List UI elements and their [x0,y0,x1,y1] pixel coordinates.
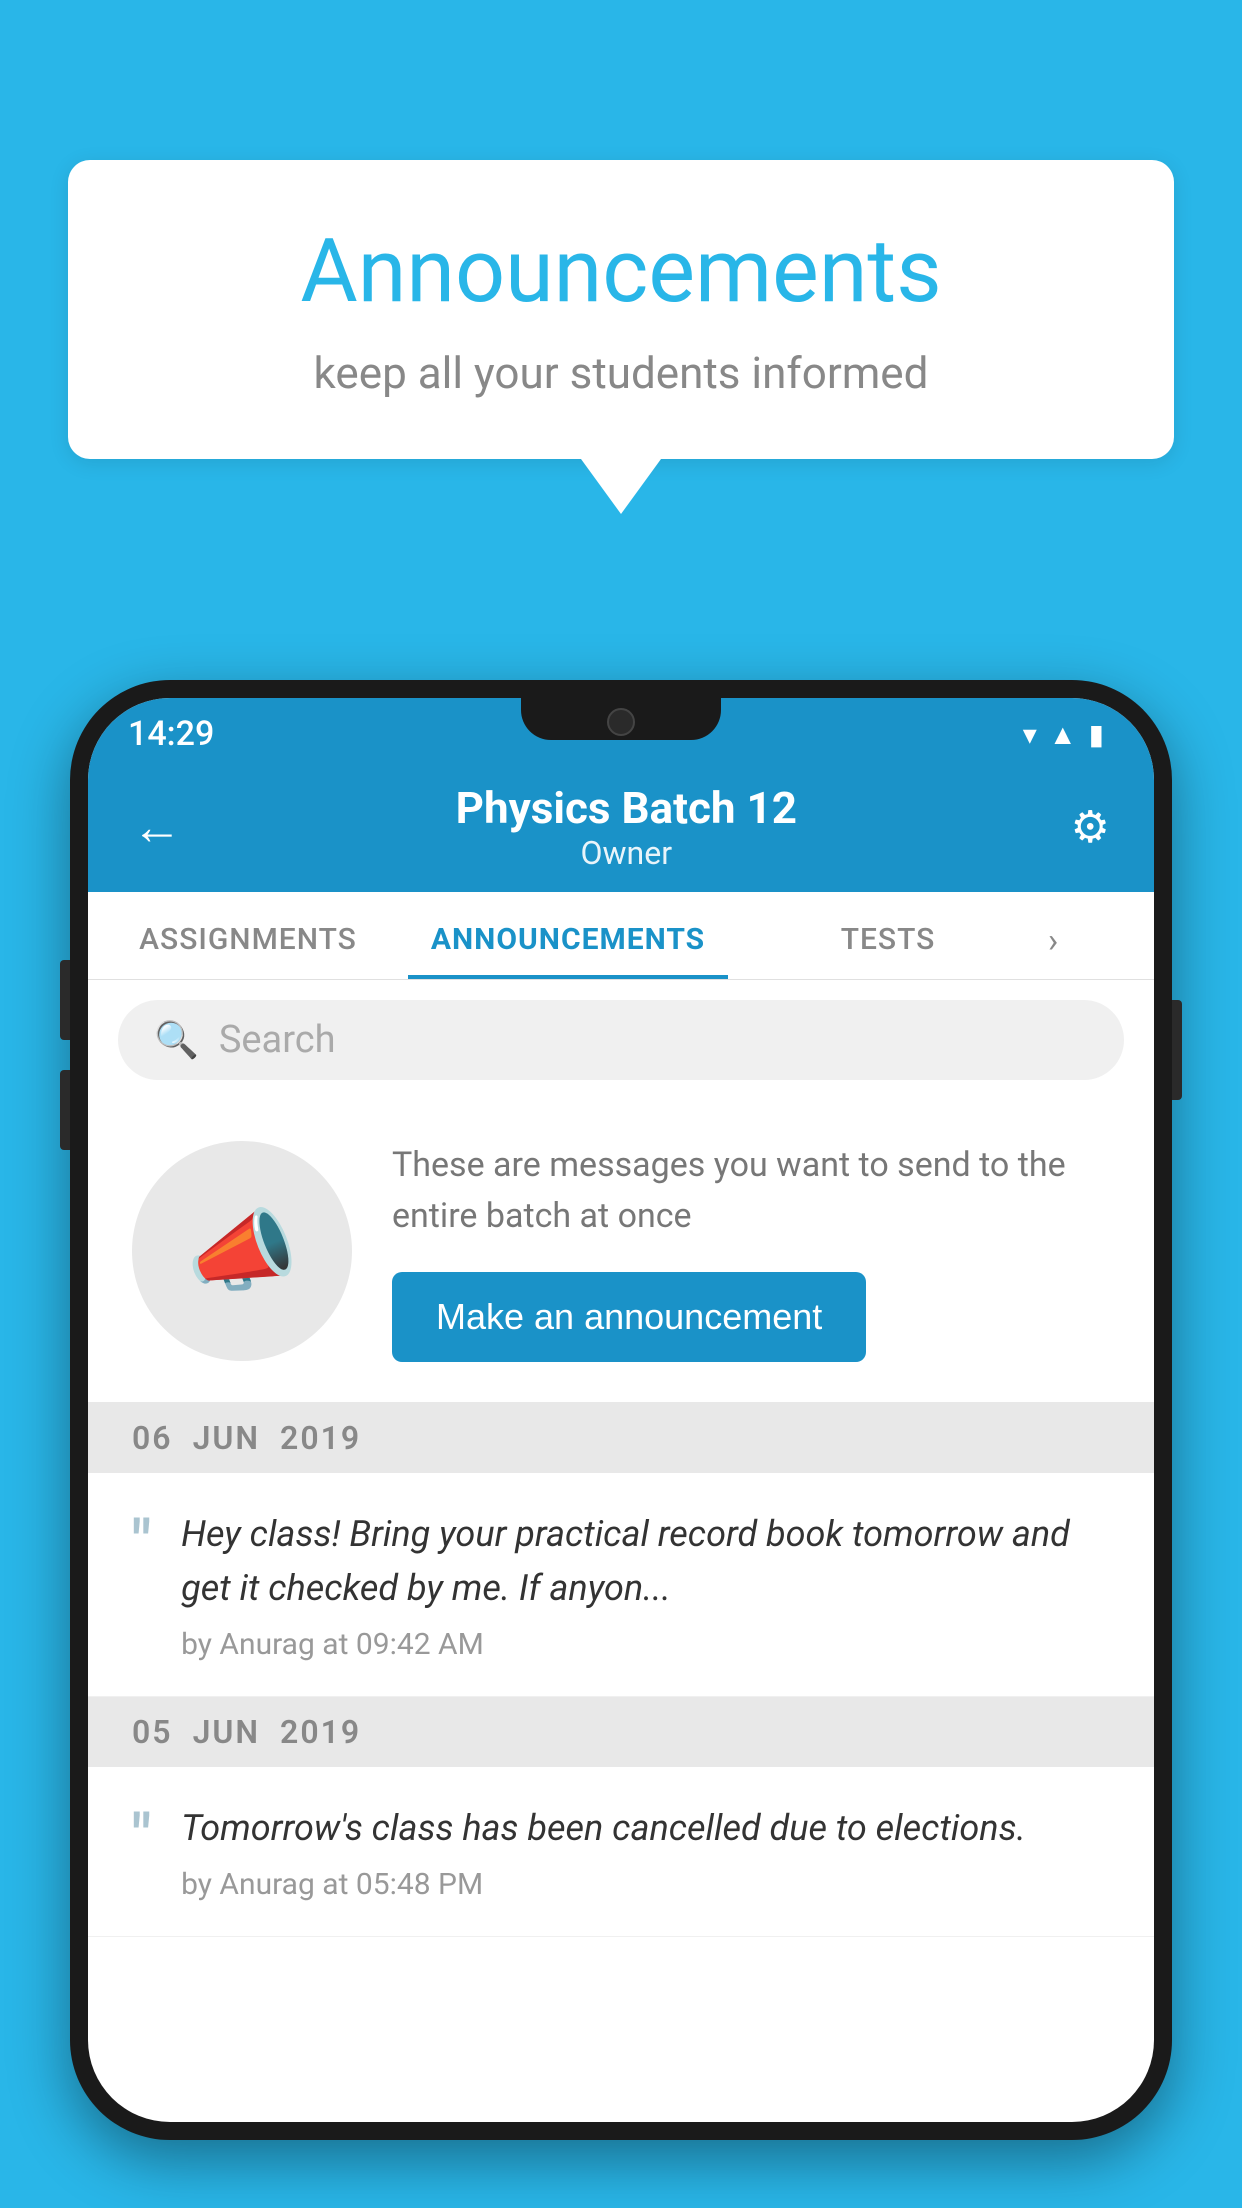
tab-announcements[interactable]: ANNOUNCEMENTS [408,922,728,979]
tab-more[interactable]: › [1048,921,1154,979]
promo-right: These are messages you want to send to t… [392,1140,1110,1362]
signal-icon: ▲ [1049,718,1077,751]
app-header: ← Physics Batch 12 Owner ⚙ [88,762,1154,892]
announcement-content-1: Hey class! Bring your practical record b… [181,1507,1110,1662]
tabs-bar: ASSIGNMENTS ANNOUNCEMENTS TESTS › [88,892,1154,980]
phone-screen: 14:29 ▾ ▲ ▮ ← Physics Batch 12 Owner ⚙ A… [88,698,1154,2122]
megaphone-circle: 📣 [132,1141,352,1361]
announcement-meta-1: by Anurag at 09:42 AM [181,1627,1110,1662]
volume-down-button [60,1070,70,1150]
speech-bubble-title: Announcements [148,220,1094,323]
speech-bubble-container: Announcements keep all your students inf… [68,160,1174,514]
date-month-1: JUN [193,1419,260,1457]
speech-bubble: Announcements keep all your students inf… [68,160,1174,459]
status-time: 14:29 [128,714,214,754]
megaphone-icon: 📣 [186,1199,298,1304]
promo-description: These are messages you want to send to t… [392,1140,1110,1242]
quote-icon-2: " [132,1807,151,1867]
speech-bubble-subtitle: keep all your students informed [148,347,1094,399]
settings-icon[interactable]: ⚙ [1071,801,1110,853]
header-title-group: Physics Batch 12 Owner [456,782,797,872]
date-year-1: 2019 [280,1419,361,1457]
date-day-1: 06 [132,1419,173,1457]
quote-icon-1: " [132,1513,151,1573]
search-bar: 🔍 Search [88,980,1154,1100]
battery-icon: ▮ [1089,718,1104,751]
date-day-2: 05 [132,1713,173,1751]
search-icon: 🔍 [154,1019,199,1061]
search-placeholder: Search [219,1018,336,1062]
announcement-item-1[interactable]: " Hey class! Bring your practical record… [88,1473,1154,1697]
phone-outer: 14:29 ▾ ▲ ▮ ← Physics Batch 12 Owner ⚙ A… [70,680,1172,2140]
date-month-2: JUN [193,1713,260,1751]
announcement-content-2: Tomorrow's class has been cancelled due … [181,1801,1026,1902]
status-icons: ▾ ▲ ▮ [1023,718,1104,751]
phone-container: 14:29 ▾ ▲ ▮ ← Physics Batch 12 Owner ⚙ A… [70,680,1172,2140]
date-separator-2: 05 JUN 2019 [88,1697,1154,1767]
volume-up-button [60,960,70,1040]
date-year-2: 2019 [280,1713,361,1751]
tab-assignments[interactable]: ASSIGNMENTS [88,922,408,979]
promo-block: 📣 These are messages you want to send to… [88,1100,1154,1403]
date-separator-1: 06 JUN 2019 [88,1403,1154,1473]
search-input-wrapper[interactable]: 🔍 Search [118,1000,1124,1080]
speech-bubble-arrow [581,459,661,514]
batch-title: Physics Batch 12 [456,782,797,834]
announcement-meta-2: by Anurag at 05:48 PM [181,1867,1026,1902]
announcement-item-2[interactable]: " Tomorrow's class has been cancelled du… [88,1767,1154,1937]
tab-tests[interactable]: TESTS [728,922,1048,979]
make-announcement-button[interactable]: Make an announcement [392,1272,866,1362]
phone-notch [521,698,721,740]
power-button [1172,1000,1182,1100]
batch-subtitle: Owner [456,834,797,872]
back-button[interactable]: ← [132,798,182,857]
announcement-text-1: Hey class! Bring your practical record b… [181,1507,1110,1615]
front-camera [607,708,635,736]
announcement-text-2: Tomorrow's class has been cancelled due … [181,1801,1026,1855]
wifi-icon: ▾ [1023,718,1037,751]
